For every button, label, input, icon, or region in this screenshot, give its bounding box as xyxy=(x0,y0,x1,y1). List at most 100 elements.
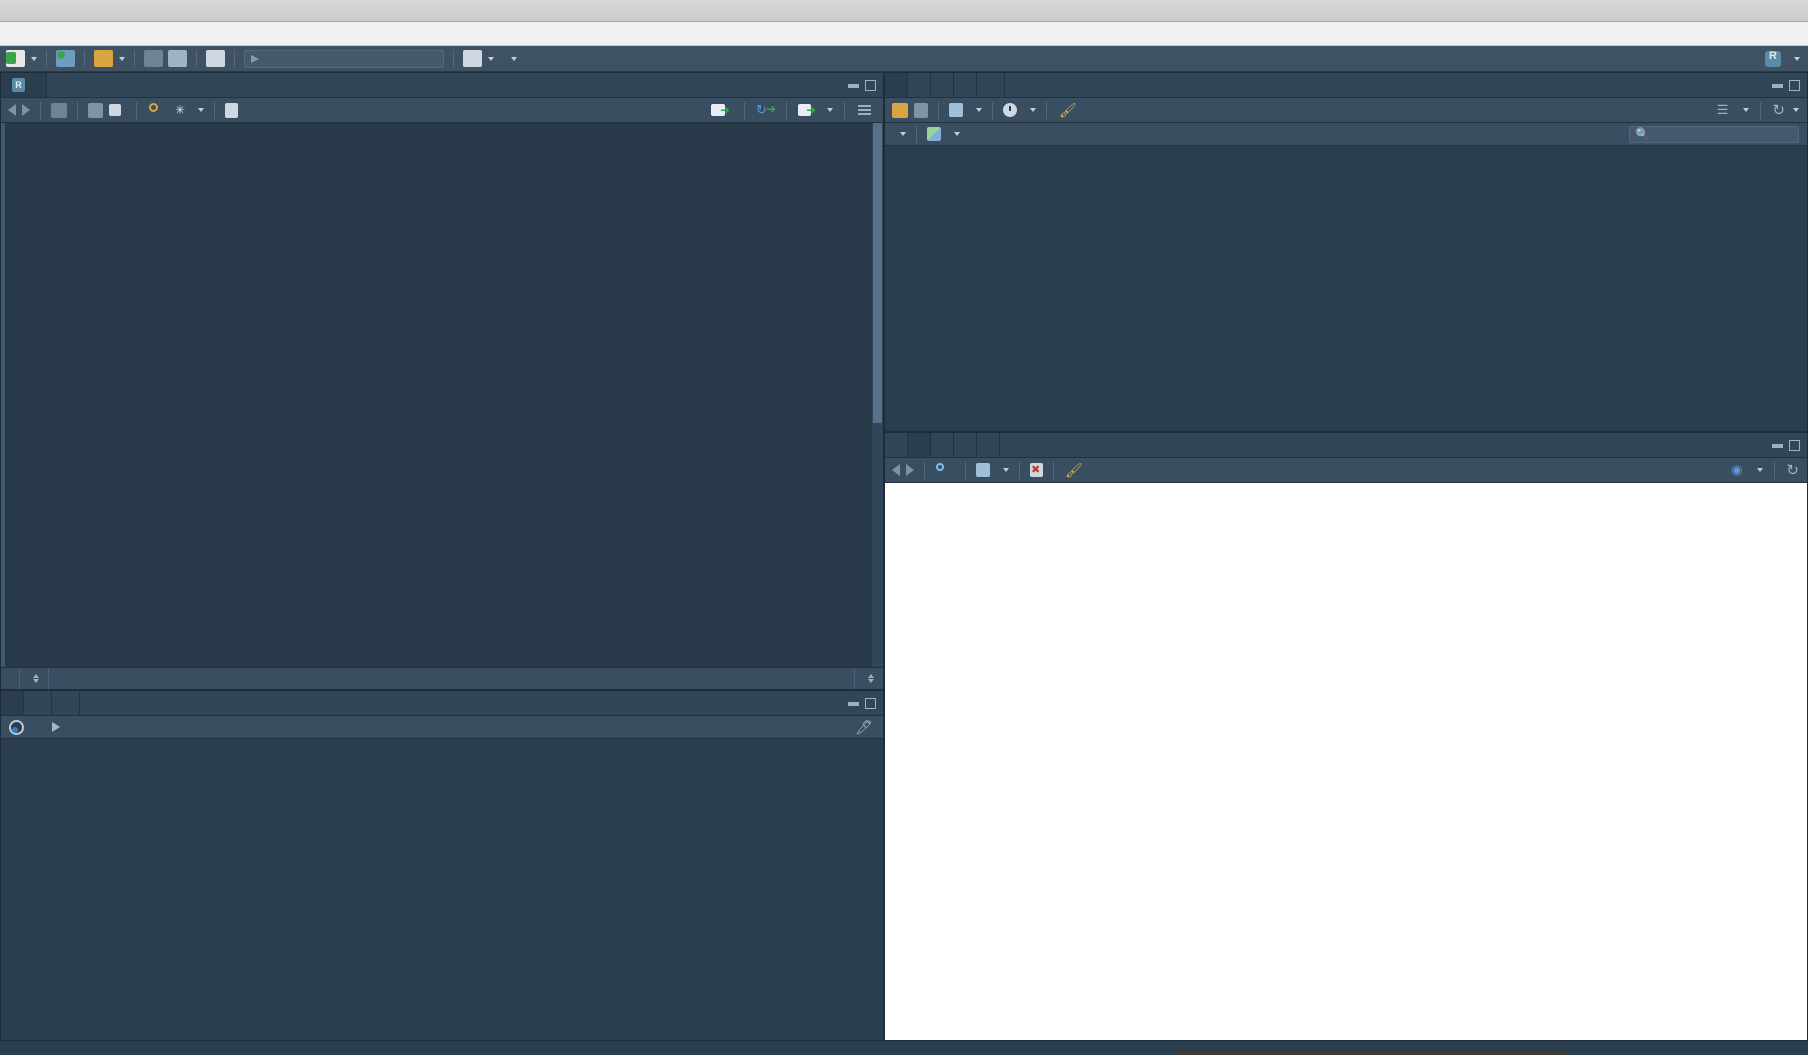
source-minimize-icon[interactable] xyxy=(848,83,859,88)
editor-scrollbar[interactable] xyxy=(872,123,883,667)
menu-build[interactable] xyxy=(138,31,158,37)
rerun-icon[interactable]: ↻ ➜ xyxy=(756,102,776,119)
project-dropdown-icon[interactable] xyxy=(1794,56,1800,61)
toolbar-separator xyxy=(992,101,993,119)
export-dropdown-icon[interactable] xyxy=(1003,468,1009,472)
environment-scope-dropdown-icon[interactable] xyxy=(954,132,960,136)
find-replace-icon[interactable] xyxy=(147,102,166,119)
plots-tabstrip xyxy=(885,433,1807,458)
source-tab-face-aspen-eda[interactable] xyxy=(1,73,47,97)
refresh-plot-icon[interactable]: ↻ xyxy=(1786,461,1799,479)
new-file-dropdown-icon[interactable] xyxy=(31,56,37,61)
clear-environment-icon[interactable]: 🖌 xyxy=(1057,102,1077,119)
language-dropdown-icon[interactable] xyxy=(900,132,906,136)
tab-packages[interactable] xyxy=(931,433,954,457)
panes-dropdown-icon[interactable] xyxy=(488,56,494,61)
source-on-save-toggle[interactable] xyxy=(109,104,126,116)
environment-variable-list[interactable] xyxy=(885,146,1807,431)
file-type-updown-icon[interactable] xyxy=(868,674,874,683)
view-mode-dropdown-icon[interactable] xyxy=(1743,108,1750,112)
environment-maximize-icon[interactable] xyxy=(1789,80,1800,91)
menu-view[interactable] xyxy=(72,31,92,37)
console-output[interactable] xyxy=(1,739,883,1040)
remove-plot-icon[interactable]: ✖ xyxy=(1030,463,1043,477)
memory-dropdown-icon[interactable] xyxy=(1030,108,1036,112)
editor-code-text[interactable] xyxy=(49,123,883,667)
source-button[interactable]: ➜ xyxy=(798,104,819,116)
window-titlebar xyxy=(0,0,1808,22)
refresh-dropdown-icon[interactable] xyxy=(1793,108,1799,112)
source-maximize-icon[interactable] xyxy=(865,80,876,91)
outline-icon[interactable] xyxy=(856,102,875,119)
project-selector[interactable] xyxy=(1765,50,1800,67)
menu-debug[interactable] xyxy=(160,31,180,37)
tab-presentation[interactable] xyxy=(977,73,1005,97)
scope-updown-icon[interactable] xyxy=(33,674,39,683)
save-icon[interactable] xyxy=(144,50,163,67)
menu-session[interactable] xyxy=(116,31,136,37)
clear-console-icon[interactable]: 🖊 xyxy=(855,719,873,736)
tab-viewer[interactable] xyxy=(977,433,1000,457)
save-all-icon[interactable] xyxy=(168,50,187,67)
tab-jobs[interactable] xyxy=(52,691,80,715)
forward-arrow-icon[interactable] xyxy=(22,104,30,116)
open-directory-icon[interactable] xyxy=(52,722,60,732)
workspace-panes-icon[interactable] xyxy=(463,50,482,67)
menu-file[interactable] xyxy=(6,31,26,37)
goto-file-function-input[interactable] xyxy=(244,49,444,68)
open-file-dropdown-icon[interactable] xyxy=(119,56,125,61)
file-type-selector[interactable] xyxy=(854,667,883,689)
plots-minimize-icon[interactable] xyxy=(1772,443,1783,448)
new-project-icon[interactable] xyxy=(56,50,75,67)
open-file-icon[interactable] xyxy=(94,50,113,67)
source-dropdown-icon[interactable] xyxy=(827,108,833,112)
console-maximize-icon[interactable] xyxy=(865,698,876,709)
show-in-new-window-icon[interactable] xyxy=(51,102,67,118)
code-tools-icon[interactable]: ✳ xyxy=(172,102,191,119)
import-dataset-icon[interactable] xyxy=(949,103,963,117)
back-arrow-icon[interactable] xyxy=(8,104,16,116)
menu-code[interactable] xyxy=(50,31,70,37)
previous-plot-icon[interactable] xyxy=(892,464,900,476)
tab-environment[interactable] xyxy=(885,73,908,97)
refresh-icon[interactable]: ↻ xyxy=(1772,101,1785,119)
plots-maximize-icon[interactable] xyxy=(1789,440,1800,451)
menu-profile[interactable] xyxy=(182,31,202,37)
load-workspace-icon[interactable] xyxy=(892,102,908,118)
menu-tools[interactable] xyxy=(204,31,224,37)
import-dataset-dropdown-icon[interactable] xyxy=(976,108,982,112)
tab-files[interactable] xyxy=(885,433,908,457)
console-minimize-icon[interactable] xyxy=(848,701,859,706)
tab-tutorial[interactable] xyxy=(954,73,977,97)
export-plot-icon[interactable] xyxy=(976,463,990,477)
scatter-plot xyxy=(885,483,1807,1040)
environment-minimize-icon[interactable] xyxy=(1772,83,1783,88)
zoom-plot-icon[interactable] xyxy=(935,462,949,479)
clear-all-plots-icon[interactable]: 🖌 xyxy=(1064,462,1083,479)
save-workspace-icon[interactable] xyxy=(914,102,928,118)
tab-connections[interactable] xyxy=(931,73,954,97)
tab-history[interactable] xyxy=(908,73,931,97)
publish-dropdown-icon[interactable] xyxy=(1757,468,1764,472)
tab-console[interactable] xyxy=(1,691,24,715)
editor-content-area[interactable] xyxy=(5,123,883,667)
new-file-icon[interactable] xyxy=(6,50,25,67)
menu-help[interactable] xyxy=(226,31,246,37)
tab-terminal[interactable] xyxy=(24,691,52,715)
menu-edit[interactable] xyxy=(28,31,48,37)
save-file-icon[interactable] xyxy=(88,102,103,118)
code-editor[interactable] xyxy=(1,123,883,667)
menu-plots[interactable] xyxy=(94,31,114,37)
tab-plots[interactable] xyxy=(908,433,931,457)
run-button[interactable]: ➜ xyxy=(711,104,733,116)
plot-canvas[interactable] xyxy=(885,483,1807,1040)
addins-dropdown-icon[interactable] xyxy=(511,56,517,61)
code-tools-dropdown-icon[interactable] xyxy=(198,108,204,112)
tab-help[interactable] xyxy=(954,433,977,457)
toolbar-separator xyxy=(965,461,966,479)
scope-selector[interactable] xyxy=(20,667,49,689)
compile-report-icon[interactable] xyxy=(225,102,238,118)
print-icon[interactable] xyxy=(206,50,225,67)
environment-search-input[interactable]: 🔍 xyxy=(1629,125,1799,143)
next-plot-icon[interactable] xyxy=(906,464,914,476)
